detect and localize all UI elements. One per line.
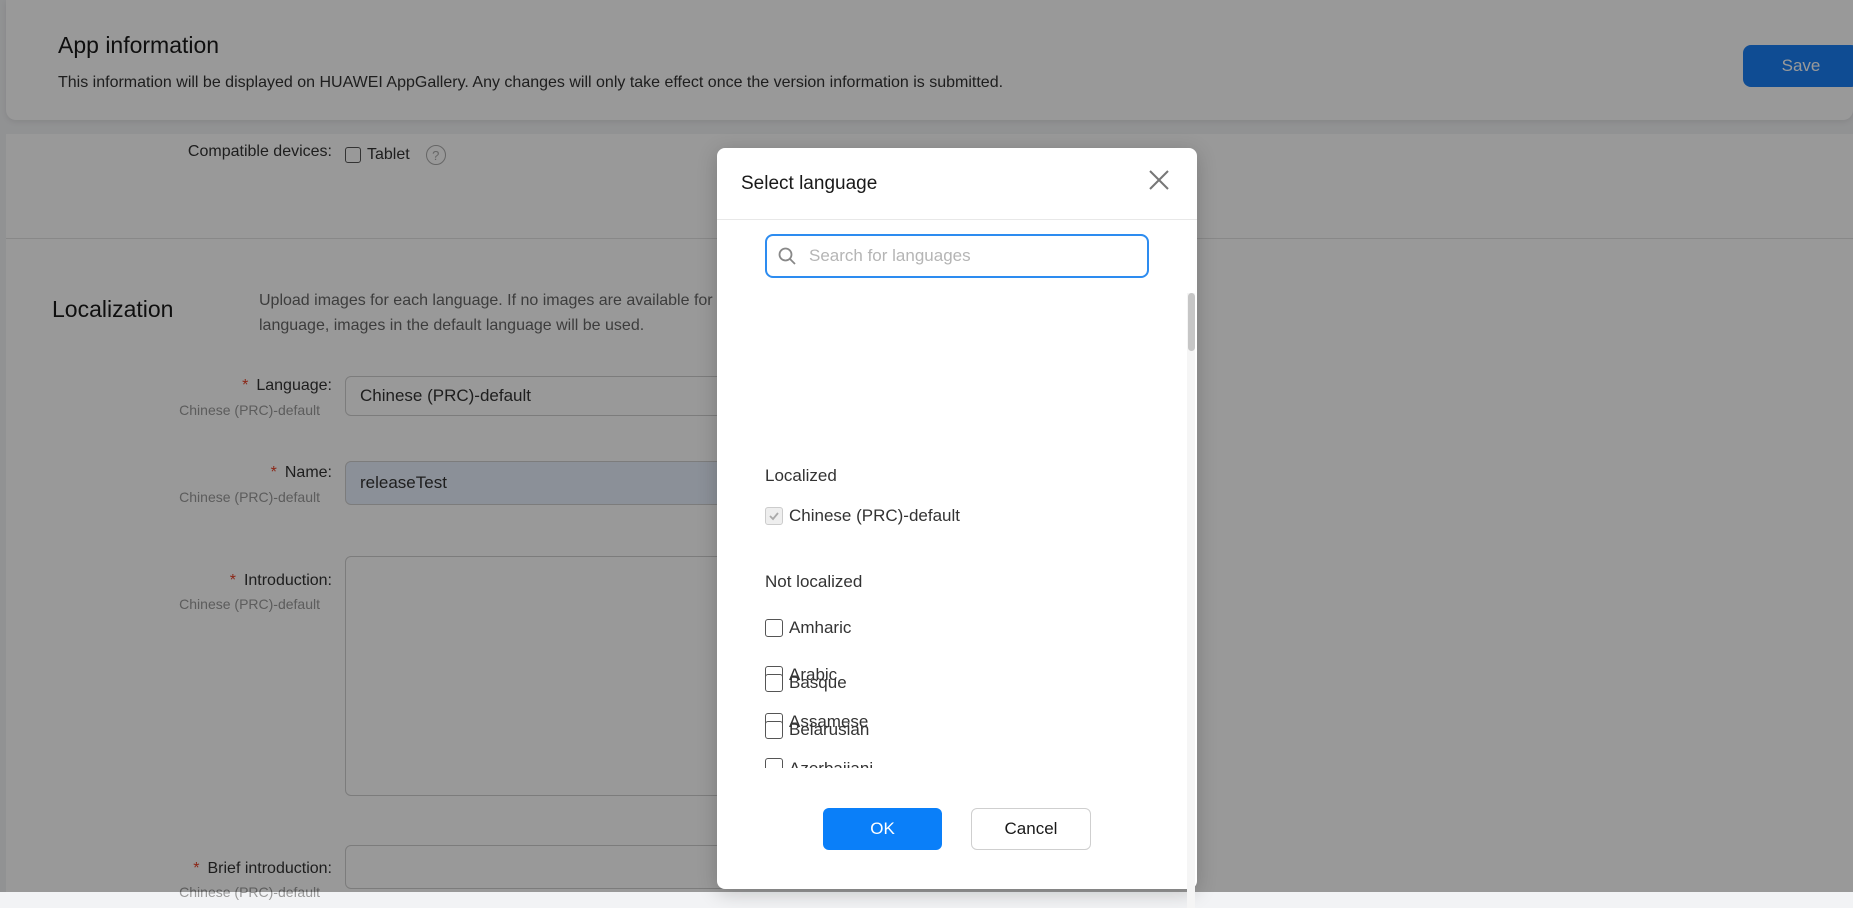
language-item-amharic[interactable]: Amharic (765, 618, 851, 638)
language-checkbox (765, 758, 783, 764)
language-search-input[interactable] (807, 245, 1131, 267)
language-checkbox[interactable] (765, 721, 783, 739)
ok-button[interactable]: OK (823, 808, 942, 850)
language-item-belarusian[interactable]: Belarusian (765, 720, 869, 740)
language-item-label: Amharic (789, 618, 852, 637)
cancel-button[interactable]: Cancel (971, 808, 1091, 850)
check-icon (769, 512, 779, 521)
select-language-dialog: Select language Localized Chinese (PRC)-… (717, 148, 1197, 908)
language-list: Localized Chinese (PRC)-default Not loca… (765, 296, 1111, 768)
language-list-scrollbar-track[interactable] (1187, 293, 1195, 908)
search-icon (778, 247, 796, 265)
not-localized-heading: Not localized (765, 572, 863, 591)
close-icon[interactable] (1147, 168, 1171, 192)
language-checkbox[interactable] (765, 619, 783, 637)
language-item-label: Azerbaijani (789, 759, 873, 768)
language-item-label: Belarusian (789, 720, 870, 739)
language-list-scrollbar-thumb[interactable] (1188, 293, 1195, 351)
language-item[interactable]: Chinese (PRC)-default (765, 506, 960, 526)
language-item-basque[interactable]: Basque (765, 673, 847, 693)
checkbox-checked-disabled (765, 507, 783, 525)
language-search-box[interactable] (765, 234, 1149, 278)
next-language-item-partial (765, 758, 783, 764)
dialog-title: Select language (741, 173, 878, 194)
language-item-label: Chinese (PRC)-default (789, 506, 961, 525)
language-item-label: Basque (789, 673, 847, 692)
dialog-header-divider (717, 219, 1197, 220)
language-checkbox[interactable] (765, 674, 783, 692)
localized-heading: Localized (765, 466, 837, 485)
